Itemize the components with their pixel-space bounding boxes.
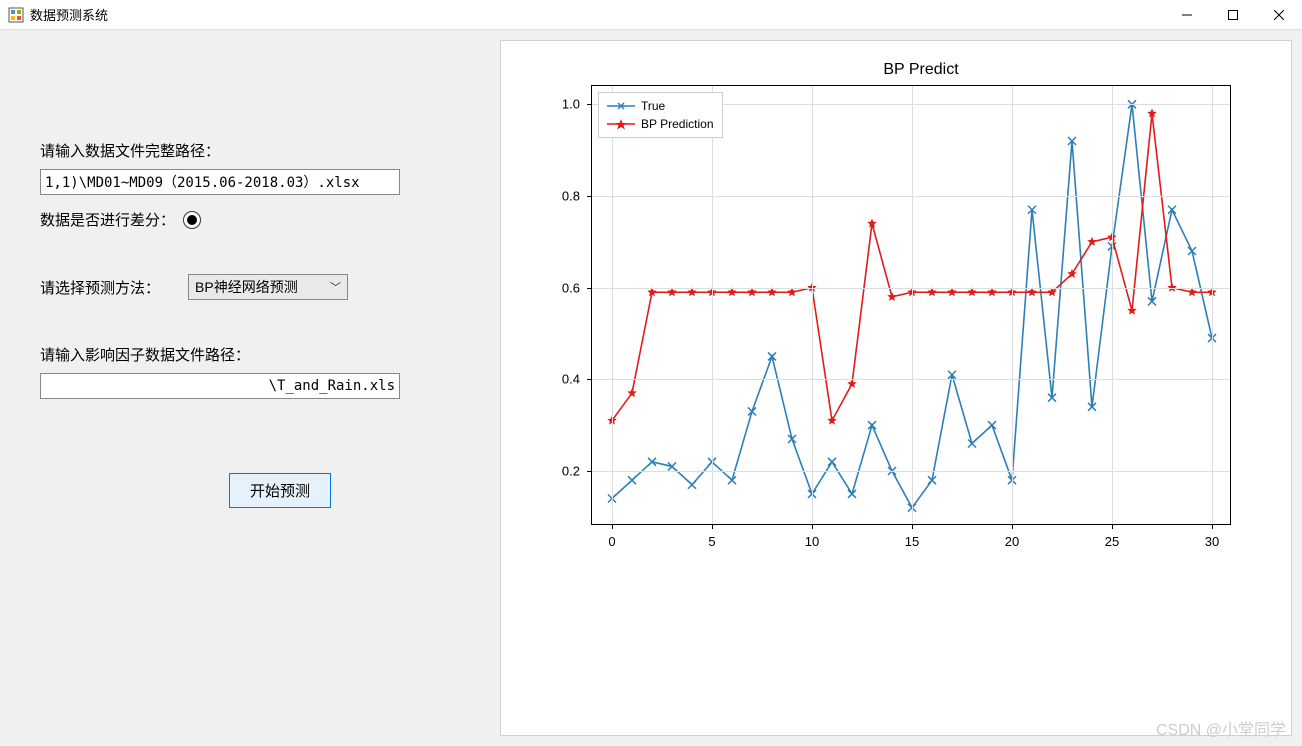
legend-marker-bp: [607, 117, 635, 131]
legend-marker-true: [607, 99, 635, 113]
window-controls: [1164, 0, 1302, 29]
app-icon: [8, 7, 24, 23]
radio-dot-icon: [187, 215, 197, 225]
y-tick-label: 0.4: [562, 372, 592, 387]
legend-label-true: True: [641, 99, 665, 113]
y-tick-label: 0.2: [562, 464, 592, 479]
x-tick-label: 20: [1005, 524, 1019, 549]
factor-path-group: 请输入影响因子数据文件路径：: [40, 344, 460, 399]
x-tick-label: 0: [608, 524, 615, 549]
x-tick-label: 30: [1205, 524, 1219, 549]
titlebar-left: 数据预测系统: [0, 5, 108, 24]
diff-label: 数据是否进行差分：: [40, 209, 175, 230]
watermark: CSDN @小堂同学: [1156, 716, 1286, 740]
chart-panel: BP Predict True BP: [500, 40, 1292, 736]
plot-area: True BP Prediction 0.20.40.60.81.0051015…: [591, 85, 1231, 525]
x-tick-label: 5: [708, 524, 715, 549]
legend-label-bp: BP Prediction: [641, 117, 714, 131]
method-group: 请选择预测方法： BP神经网络预测 ﹀: [40, 274, 460, 300]
method-label: 请选择预测方法：: [40, 277, 160, 298]
app-window: 数据预测系统 请输入数据文件完整路径： 数据是否进行差分：: [0, 0, 1302, 746]
minimize-button[interactable]: [1164, 0, 1210, 30]
content-area: 请输入数据文件完整路径： 数据是否进行差分： 请选择预测方法： BP神经网络预测…: [0, 30, 1302, 746]
legend-row-bp: BP Prediction: [607, 115, 714, 133]
chart-title: BP Predict: [581, 61, 1261, 79]
close-button[interactable]: [1256, 0, 1302, 30]
predict-button[interactable]: 开始预测: [229, 473, 331, 508]
y-tick-label: 0.6: [562, 280, 592, 295]
x-tick-label: 10: [805, 524, 819, 549]
y-tick-label: 0.8: [562, 189, 592, 204]
diff-radio[interactable]: [183, 211, 201, 229]
data-path-input[interactable]: [40, 169, 400, 195]
factor-path-label: 请输入影响因子数据文件路径：: [40, 344, 460, 365]
left-panel: 请输入数据文件完整路径： 数据是否进行差分： 请选择预测方法： BP神经网络预测…: [10, 40, 490, 736]
x-tick-label: 15: [905, 524, 919, 549]
titlebar: 数据预测系统: [0, 0, 1302, 30]
plot-svg: [592, 86, 1230, 524]
legend-row-true: True: [607, 97, 714, 115]
data-path-group: 请输入数据文件完整路径：: [40, 140, 460, 195]
method-select[interactable]: BP神经网络预测 ﹀: [188, 274, 348, 300]
diff-group: 数据是否进行差分：: [40, 209, 460, 230]
x-tick-label: 25: [1105, 524, 1119, 549]
window-title: 数据预测系统: [30, 5, 108, 24]
factor-path-input[interactable]: [40, 373, 400, 399]
y-tick-label: 1.0: [562, 97, 592, 112]
method-select-value: BP神经网络预测: [195, 277, 298, 297]
chart-container: BP Predict True BP: [521, 61, 1261, 621]
chevron-down-icon: ﹀: [330, 279, 341, 295]
data-path-label: 请输入数据文件完整路径：: [40, 140, 460, 161]
maximize-button[interactable]: [1210, 0, 1256, 30]
chart-legend: True BP Prediction: [598, 92, 723, 138]
